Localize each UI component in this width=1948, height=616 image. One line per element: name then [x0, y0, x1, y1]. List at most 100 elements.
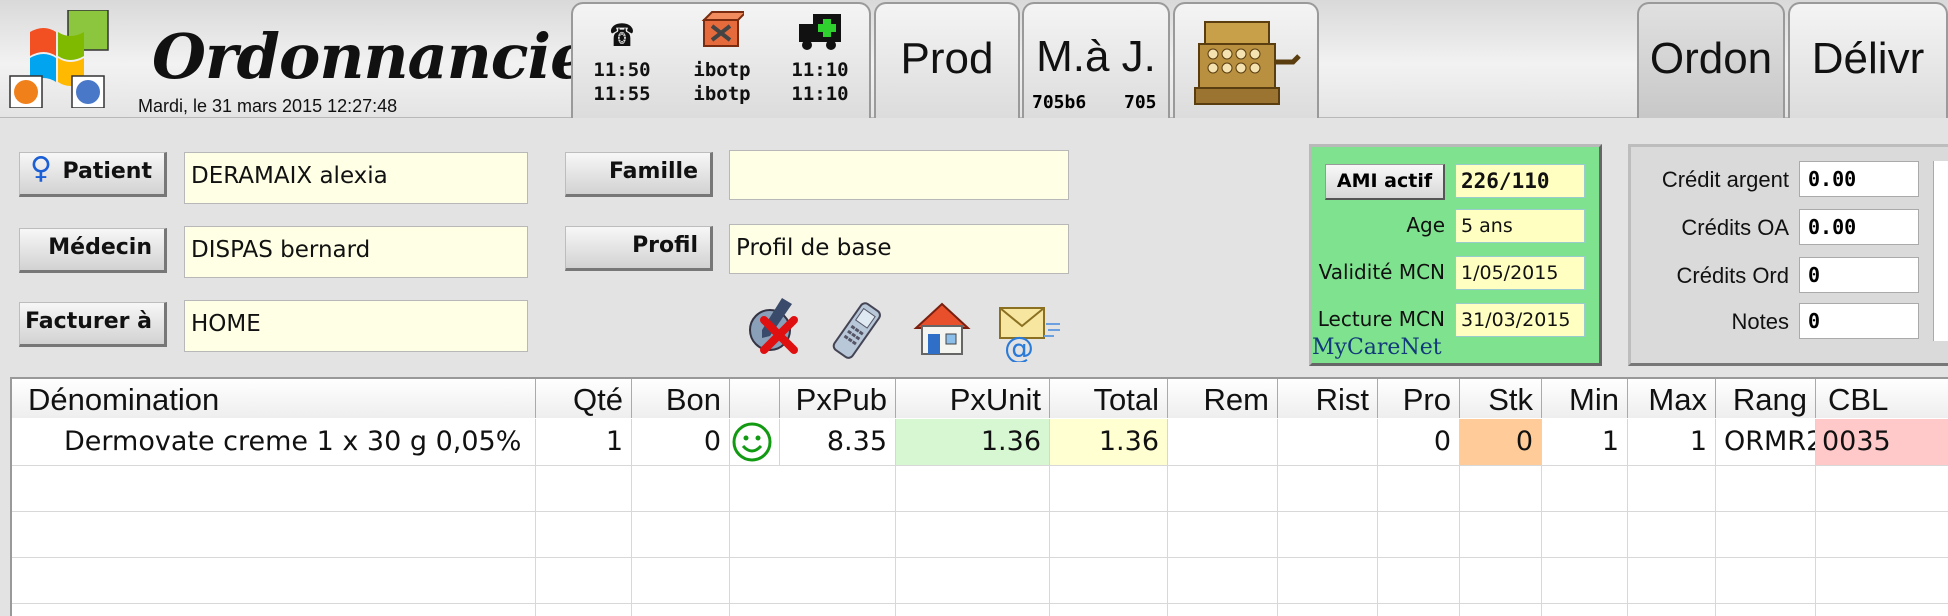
delivery-status[interactable]: ibotp ibotp	[687, 8, 757, 106]
svg-text:@: @	[1004, 331, 1034, 362]
profil-field[interactable]: Profil de base	[729, 224, 1069, 274]
app-title: Ordonnancier	[152, 20, 621, 93]
delivery-user-2: ibotp	[693, 83, 751, 105]
tab-maj-sub1: 705b6	[1032, 92, 1087, 113]
cell-bon[interactable]: 0	[632, 419, 730, 465]
cell-min[interactable]: 1	[1542, 419, 1628, 465]
prescription-table[interactable]: Dénomination Qté Bon PxPub PxUnit Total …	[10, 377, 1948, 616]
tab-maj-label: M.à J.	[1036, 32, 1156, 81]
tab-maj[interactable]: M.à J. 705b6 705	[1022, 2, 1170, 118]
cell-total[interactable]: 1.36	[1050, 419, 1168, 465]
col-header-rist[interactable]: Rist	[1278, 379, 1378, 418]
cell-rem[interactable]	[1168, 419, 1278, 465]
current-datetime: Mardi, le 31 mars 2015 12:27:48	[138, 96, 398, 116]
cell-cbl[interactable]: 0035	[1816, 419, 1948, 465]
cell-pxpub[interactable]: 8.35	[780, 419, 896, 465]
col-header-bon[interactable]: Bon	[632, 379, 730, 418]
col-sep	[1627, 465, 1628, 616]
tab-prod[interactable]: Prod	[874, 2, 1020, 118]
col-header-cbl[interactable]: CBL	[1816, 379, 1948, 418]
cell-status[interactable]	[730, 419, 780, 465]
facturer-field[interactable]: HOME	[184, 300, 528, 352]
col-sep	[1815, 465, 1816, 616]
medecin-field[interactable]: DISPAS bernard	[184, 226, 528, 278]
smiley-icon	[732, 422, 772, 462]
credits-panel: Crédit argent 0.00 Crédits OA 0.00 Crédi…	[1628, 144, 1948, 366]
famille-button[interactable]: Famille	[565, 152, 713, 197]
cell-denomination[interactable]: Dermovate creme 1 x 30 g 0,05%	[12, 419, 536, 465]
no-prescription-pen-icon[interactable]	[742, 294, 812, 376]
validite-mcn-value: 1/05/2015	[1455, 256, 1585, 290]
col-header-rang[interactable]: Rang	[1716, 379, 1816, 418]
credit-argent-value: 0.00	[1799, 161, 1919, 197]
notes-label: Notes	[1731, 309, 1789, 334]
profil-button[interactable]: Profil	[565, 226, 713, 271]
cell-max[interactable]: 1	[1628, 419, 1716, 465]
col-header-pro[interactable]: Pro	[1378, 379, 1460, 418]
profil-button-label: Profil	[632, 233, 698, 258]
cash-register-button[interactable]	[1173, 2, 1319, 118]
facturer-button[interactable]: Facturer à	[19, 302, 167, 347]
cell-qte[interactable]: 1	[536, 419, 632, 465]
tab-maj-sub2: 705	[1124, 92, 1157, 113]
top-bar: Ordonnancier Mardi, le 31 mars 2015 12:2…	[0, 0, 1948, 118]
col-sep	[895, 465, 896, 616]
col-header-max[interactable]: Max	[1628, 379, 1716, 418]
credit-argent-label: Crédit argent	[1661, 167, 1789, 192]
home-icon[interactable]	[910, 296, 974, 376]
tab-delivr-label: Délivr	[1811, 34, 1925, 83]
credits-oa-label: Crédits OA	[1681, 215, 1789, 240]
email-icon[interactable]: @	[994, 298, 1064, 378]
ami-actif-label: AMI actif	[1325, 164, 1445, 200]
phone-time-1: 11:50	[593, 59, 651, 81]
col-sep	[1049, 465, 1050, 616]
age-label: Age	[1406, 213, 1445, 237]
cell-pxunit[interactable]: 1.36	[896, 419, 1050, 465]
cell-rang[interactable]: ORMR2	[1716, 419, 1816, 465]
notes-value: 0	[1799, 303, 1919, 339]
col-header-rem[interactable]: Rem	[1168, 379, 1278, 418]
empty-rows-columns	[12, 465, 1948, 616]
phone-status[interactable]: ☎ 11:50 11:55	[587, 8, 657, 106]
phone-time-2: 11:55	[593, 83, 651, 105]
facturer-button-label: Facturer à	[25, 309, 152, 334]
tab-delivr[interactable]: Délivr	[1788, 2, 1948, 118]
col-sep	[729, 465, 730, 616]
patient-button[interactable]: ♀ Patient	[19, 151, 167, 197]
col-header-pxpub[interactable]: PxPub	[780, 379, 896, 418]
tab-ordon[interactable]: Ordon	[1637, 2, 1785, 118]
cell-pro[interactable]: 0	[1378, 419, 1460, 465]
tab-ordon-label: Ordon	[1649, 34, 1773, 83]
col-header-pxunit[interactable]: PxUnit	[896, 379, 1050, 418]
col-sep	[1459, 465, 1460, 616]
col-sep	[1277, 465, 1278, 616]
credits-ord-label: Crédits Ord	[1676, 263, 1789, 288]
ami-actif-value: 226/110	[1455, 164, 1585, 198]
col-sep	[1377, 465, 1378, 616]
col-sep	[631, 465, 632, 616]
quick-status-panel[interactable]: ☎ 11:50 11:55 ibotp ibotp 11:10 11:10	[571, 2, 871, 118]
col-header-total[interactable]: Total	[1050, 379, 1168, 418]
lecture-mcn-value: 31/03/2015	[1455, 303, 1585, 337]
ambulance-status[interactable]: 11:10 11:10	[785, 8, 855, 106]
age-value: 5 ans	[1455, 209, 1585, 243]
col-header-min[interactable]: Min	[1542, 379, 1628, 418]
medecin-button[interactable]: Médecin	[19, 228, 167, 273]
cell-stk[interactable]: 0	[1460, 419, 1542, 465]
col-header-denomination[interactable]: Dénomination	[12, 379, 536, 418]
famille-field[interactable]	[729, 150, 1069, 200]
telephone-icon: ☎	[610, 11, 634, 55]
patient-button-label: Patient	[62, 159, 152, 184]
app-logo-icon[interactable]	[8, 9, 110, 109]
col-header-qte[interactable]: Qté	[536, 379, 632, 418]
col-header-status[interactable]	[730, 379, 780, 418]
female-gender-icon: ♀	[30, 151, 52, 186]
patient-field[interactable]: DERAMAIX alexia	[184, 152, 528, 204]
mobile-phone-icon[interactable]	[824, 298, 888, 378]
col-header-stk[interactable]: Stk	[1460, 379, 1542, 418]
ambulance-time-2: 11:10	[791, 83, 849, 105]
cell-rist[interactable]	[1278, 419, 1378, 465]
lecture-mcn-label: Lecture MCN	[1317, 307, 1445, 331]
ambulance-time-1: 11:10	[791, 59, 849, 81]
medecin-button-label: Médecin	[48, 235, 152, 260]
